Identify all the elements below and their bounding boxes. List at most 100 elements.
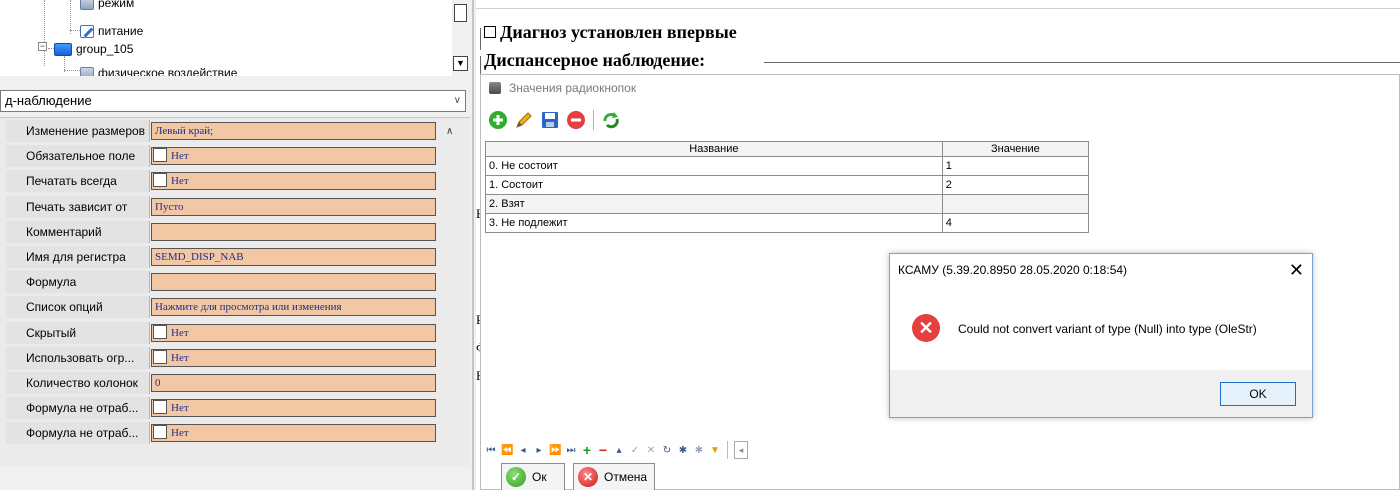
first-page-icon[interactable]: ⏮ bbox=[485, 445, 497, 456]
property-value[interactable]: Нет bbox=[151, 172, 436, 191]
collapse-toggle[interactable]: − bbox=[38, 42, 47, 51]
edit-record-icon[interactable]: ▴ bbox=[613, 445, 625, 456]
table-row[interactable]: 0. Не состоит 1 bbox=[485, 156, 1090, 176]
error-dialog-titlebar[interactable]: КСАМУ (5.39.20.8950 28.05.2020 0:18:54) … bbox=[890, 254, 1312, 286]
delete-record-icon[interactable]: − bbox=[597, 442, 609, 458]
property-value[interactable] bbox=[151, 222, 436, 241]
property-row[interactable]: Имя для регистра SEMD_DISP_NAB bbox=[0, 245, 440, 270]
cell-name[interactable]: 3. Не подлежит bbox=[485, 213, 943, 233]
tree-item-label: режим bbox=[98, 0, 135, 10]
property-value[interactable]: Нет bbox=[151, 323, 436, 342]
tree-item-regime[interactable]: режим bbox=[80, 0, 134, 12]
tree-scrollbar[interactable]: ▼ bbox=[452, 0, 470, 76]
property-value[interactable] bbox=[151, 273, 436, 292]
tree-item-group-105[interactable]: group_105 bbox=[54, 40, 133, 58]
property-row[interactable]: Печатать всегда Нет bbox=[0, 169, 440, 194]
table-row[interactable]: 3. Не подлежит 4 bbox=[485, 213, 1090, 233]
next-record-icon[interactable]: ▸ bbox=[533, 445, 545, 456]
chevron-down-icon[interactable]: ∨ bbox=[454, 91, 461, 111]
property-value[interactable]: SEMD_DISP_NAB bbox=[151, 248, 436, 266]
refresh-button[interactable] bbox=[600, 109, 622, 131]
property-row[interactable]: Использовать огр... Нет bbox=[0, 346, 440, 371]
column-header-value[interactable]: Значение bbox=[941, 141, 1090, 157]
cell-name[interactable]: 1. Состоит bbox=[485, 175, 943, 195]
tree-item-nutrition[interactable]: питание bbox=[80, 22, 143, 40]
ok-button[interactable]: ✓ Ок bbox=[501, 463, 565, 490]
bracket-line bbox=[480, 28, 481, 50]
property-value[interactable]: Нет bbox=[151, 348, 436, 367]
cell-value[interactable]: 4 bbox=[941, 213, 1090, 233]
property-label: Печать зависит от bbox=[6, 195, 150, 218]
property-value[interactable]: Нажмите для просмотра или изменения bbox=[151, 298, 436, 317]
close-icon[interactable]: ✕ bbox=[1289, 254, 1304, 286]
property-label: Список опций bbox=[6, 296, 150, 319]
property-label: Изменение размеров bbox=[6, 120, 150, 142]
edit-button[interactable] bbox=[513, 109, 535, 131]
checkbox-icon[interactable] bbox=[153, 400, 167, 415]
minus-circle-icon bbox=[567, 111, 585, 129]
tree-view[interactable]: режим питание − group_105 физическое воз… bbox=[0, 0, 458, 76]
property-row[interactable]: Формула bbox=[0, 270, 440, 295]
insert-record-icon[interactable]: + bbox=[581, 442, 593, 458]
property-row[interactable]: Формула не отраб... Нет bbox=[0, 396, 440, 421]
property-value[interactable]: Нет bbox=[151, 399, 436, 418]
table-row-selected[interactable]: 2. Взят bbox=[485, 194, 1090, 214]
cancel-button[interactable]: ✕ Отмена bbox=[573, 463, 655, 490]
delete-button[interactable] bbox=[565, 109, 587, 131]
property-label: Использовать огр... bbox=[6, 346, 150, 369]
checkbox-icon[interactable] bbox=[153, 324, 167, 339]
property-row[interactable]: Формула не отраб... Нет bbox=[0, 421, 440, 446]
refresh-data-icon[interactable]: ↻ bbox=[661, 445, 673, 456]
cell-name[interactable]: 0. Не состоит bbox=[485, 156, 943, 176]
record-navigator: ⏮ ⏪ ◂ ▸ ⏩ ⏭ + − ▴ ✓ ✕ ↻ ✱ ✱ ▼ ◂ bbox=[485, 439, 748, 461]
combo-value: д-наблюдение bbox=[5, 93, 92, 108]
bookmark-icon[interactable]: ✱ bbox=[677, 445, 689, 456]
scroll-thumb[interactable] bbox=[454, 4, 467, 22]
property-row[interactable]: Количество колонок 0 bbox=[0, 371, 440, 396]
scroll-up-arrow-icon[interactable]: ∧ bbox=[446, 126, 453, 137]
property-row[interactable]: Скрытый Нет bbox=[0, 321, 440, 346]
prev-page-icon[interactable]: ⏪ bbox=[501, 445, 513, 456]
property-value[interactable]: Левый край; bbox=[151, 122, 436, 140]
property-value[interactable]: Нет bbox=[151, 147, 436, 166]
tree-item-physical-impact[interactable]: физическое воздействие bbox=[80, 64, 237, 76]
scroll-left-arrow-icon[interactable]: ◂ bbox=[734, 441, 748, 459]
property-value[interactable]: Пусто bbox=[151, 197, 436, 216]
table-row[interactable]: 1. Состоит 2 bbox=[485, 175, 1090, 195]
cancel-edit-icon[interactable]: ✕ bbox=[645, 445, 657, 456]
post-record-icon[interactable]: ✓ bbox=[629, 445, 641, 456]
radio-values-table[interactable]: Название Значение 0. Не состоит 1 1. Сос… bbox=[485, 141, 1090, 233]
save-button[interactable] bbox=[539, 109, 561, 131]
cell-name[interactable]: 2. Взят bbox=[485, 194, 943, 214]
scroll-down-arrow-icon[interactable]: ▼ bbox=[453, 56, 468, 71]
prev-record-icon[interactable]: ◂ bbox=[517, 445, 529, 456]
element-selector-combo[interactable]: д-наблюдение ∨ bbox=[0, 90, 466, 112]
property-row[interactable]: Печать зависит от Пусто bbox=[0, 195, 440, 220]
last-page-icon[interactable]: ⏭ bbox=[565, 445, 577, 456]
window-title-text: Значения радиокнопок bbox=[509, 81, 637, 95]
property-row[interactable]: Обязательное поле Нет bbox=[0, 144, 440, 169]
window-title: Значения радиокнопок bbox=[489, 81, 636, 95]
goto-bookmark-icon[interactable]: ✱ bbox=[693, 445, 705, 456]
error-x-icon: ✕ bbox=[912, 314, 940, 342]
checkbox-icon[interactable] bbox=[153, 349, 167, 364]
column-header-name[interactable]: Название bbox=[485, 141, 943, 157]
property-row[interactable]: Комментарий bbox=[0, 220, 440, 245]
property-value[interactable]: Нет bbox=[151, 424, 436, 443]
error-ok-button[interactable]: OK bbox=[1220, 382, 1296, 406]
property-row[interactable]: +Изменение размеровЛевый край; bbox=[0, 119, 440, 144]
cell-value[interactable]: 1 bbox=[941, 156, 1090, 176]
cell-value[interactable]: 2 bbox=[941, 175, 1090, 195]
cell-value[interactable] bbox=[941, 194, 1090, 214]
checkbox-icon[interactable] bbox=[153, 148, 167, 163]
diagnosis-first-checkbox[interactable]: Диагноз установлен впервые bbox=[484, 22, 737, 43]
filter-icon[interactable]: ▼ bbox=[709, 445, 721, 456]
property-row[interactable]: Список опций Нажмите для просмотра или из… bbox=[0, 295, 440, 320]
property-value[interactable]: 0 bbox=[151, 374, 436, 392]
pencil-icon bbox=[516, 112, 532, 128]
checkbox-icon[interactable] bbox=[153, 173, 167, 188]
next-page-icon[interactable]: ⏩ bbox=[549, 445, 561, 456]
checkbox-icon[interactable] bbox=[153, 425, 167, 440]
add-button[interactable] bbox=[487, 109, 509, 131]
splitter[interactable] bbox=[472, 0, 474, 490]
